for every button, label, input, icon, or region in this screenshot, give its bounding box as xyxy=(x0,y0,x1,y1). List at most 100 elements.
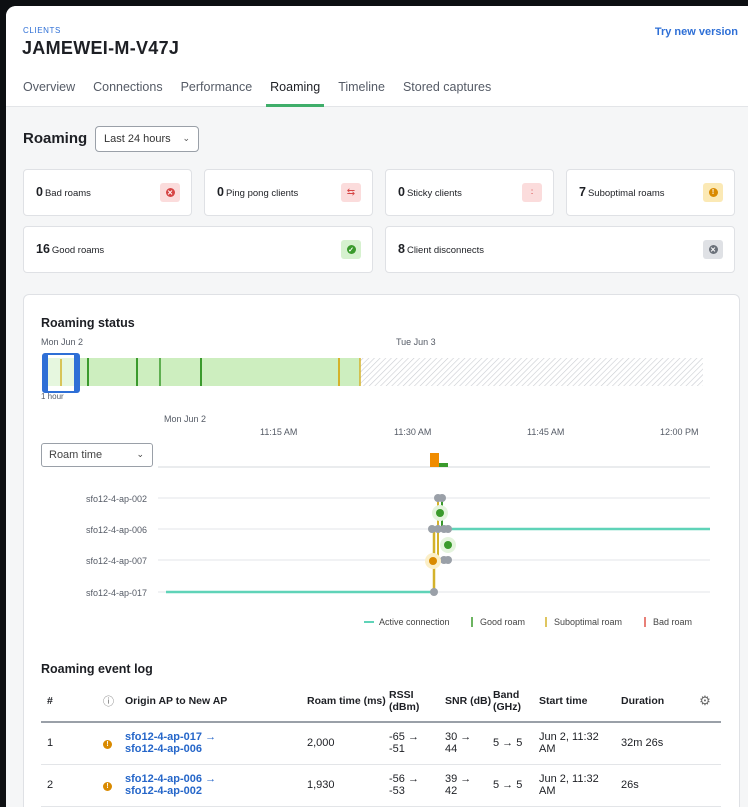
card-label: Good roams xyxy=(51,245,105,256)
ap-label: sfo12-4-ap-007 xyxy=(86,556,148,566)
tab-timeline[interactable]: Timeline xyxy=(338,80,385,107)
roam-point[interactable] xyxy=(430,588,438,596)
snr-from: 39 → xyxy=(445,773,472,785)
tab-roaming[interactable]: Roaming xyxy=(266,80,325,107)
col-rssi[interactable]: RSSI (dBm) xyxy=(389,681,445,723)
time-tick: 11:45 AM xyxy=(527,427,565,437)
sticky-clients-card[interactable]: 0 Sticky clients ∶ xyxy=(385,169,554,216)
warning-icon[interactable] xyxy=(429,557,437,565)
tab-overview[interactable]: Overview xyxy=(23,80,75,107)
time-range-value: Last 24 hours xyxy=(104,133,171,145)
info-icon[interactable]: ⓘ xyxy=(103,681,125,723)
good-roams-card[interactable]: 16 Good roams ✓ xyxy=(23,226,373,273)
row-num: 2 xyxy=(41,764,103,807)
roam-point[interactable] xyxy=(438,494,446,502)
tab-performance[interactable]: Performance xyxy=(181,80,253,107)
time-tick: 11:15 AM xyxy=(260,427,298,437)
brush-handle-left[interactable] xyxy=(43,354,48,392)
client-disconnects-card[interactable]: 8 Client disconnects ✕ xyxy=(385,226,735,273)
start-ampm: AM xyxy=(539,743,556,756)
new-ap-link[interactable]: sfo12-4-ap-006 xyxy=(125,743,307,755)
check-circle-icon: ✓ xyxy=(341,240,361,259)
start-date: Jun 2, 11:32 xyxy=(539,773,599,785)
new-ap-link[interactable]: sfo12-4-ap-002 xyxy=(125,785,307,797)
tab-bar: Overview Connections Performance Roaming… xyxy=(23,80,509,107)
row-start: Jun 2, 11:32 AM xyxy=(539,764,621,807)
table-row[interactable]: 2 ! sfo12-4-ap-006 → sfo12-4-ap-002 1,93… xyxy=(41,764,721,807)
row-num: 1 xyxy=(41,722,103,765)
ping-pong-icon: ⇆ xyxy=(341,183,361,202)
roaming-heading: Roaming xyxy=(23,130,88,147)
breadcrumb[interactable]: CLIENTS xyxy=(23,26,61,35)
chart-legend: Active connection Good roam Suboptimal r… xyxy=(364,617,692,627)
roaming-status-title: Roaming status xyxy=(41,316,135,330)
tab-stored-captures[interactable]: Stored captures xyxy=(403,80,491,107)
row-roam-time: 1,930 xyxy=(307,764,389,807)
suboptimal-roams-card[interactable]: 7 Suboptimal roams ! xyxy=(566,169,735,216)
roaming-event-table: # ⓘ Origin AP to New AP Roam time (ms) R… xyxy=(41,681,721,807)
ping-pong-card[interactable]: 0 Ping pong clients ⇆ xyxy=(204,169,373,216)
origin-ap-link[interactable]: sfo12-4-ap-006 → xyxy=(125,773,307,785)
card-count: 0 xyxy=(217,185,224,199)
event-log-title: Roaming event log xyxy=(41,662,153,676)
row-path: sfo12-4-ap-006 → sfo12-4-ap-002 xyxy=(125,764,307,807)
metric-select-value: Roam time xyxy=(49,449,103,461)
gear-icon[interactable]: ⚙ xyxy=(689,681,721,723)
row-duration: 32m 26s xyxy=(621,722,689,765)
row-roam-time: 2,000 xyxy=(307,722,389,765)
rssi-to: -53 xyxy=(389,785,405,797)
page-title: JAMEWEI-M-V47J xyxy=(22,38,180,58)
bad-roams-card[interactable]: 0 Bad roams ✕ xyxy=(23,169,192,216)
legend-label: Suboptimal roam xyxy=(554,617,622,627)
metric-select[interactable]: Roam time ⌄ xyxy=(41,443,153,467)
roaming-detail-chart[interactable] xyxy=(158,439,710,601)
col-band[interactable]: Band (GHz) xyxy=(493,681,539,723)
start-ampm: AM xyxy=(539,785,556,797)
snr-to: 42 xyxy=(445,785,458,797)
snr-from: 30 → xyxy=(445,731,472,744)
roaming-status-panel: Roaming status Mon Jun 2 Tue Jun 3 1 hou… xyxy=(23,294,740,807)
col-duration[interactable]: Duration xyxy=(621,681,689,723)
card-count: 0 xyxy=(36,185,43,199)
card-count: 7 xyxy=(579,185,586,199)
row-rssi: -65 → -51 xyxy=(389,722,445,765)
row-snr: 39 → 42 xyxy=(445,764,493,807)
rssi-to: -51 xyxy=(389,743,405,756)
brush-handle-right[interactable] xyxy=(74,354,79,392)
col-snr[interactable]: SNR (dB) xyxy=(445,681,493,723)
rssi-from: -65 → xyxy=(389,731,419,744)
row-path: sfo12-4-ap-017 → sfo12-4-ap-006 xyxy=(125,722,307,765)
legend-label: Bad roam xyxy=(653,617,692,627)
card-label: Client disconnects xyxy=(406,245,485,256)
card-label: Sticky clients xyxy=(406,188,462,199)
col-roam-time[interactable]: Roam time (ms) xyxy=(307,681,389,723)
card-label: Bad roams xyxy=(44,188,91,199)
ap-label: sfo12-4-ap-002 xyxy=(86,494,148,504)
tab-connections[interactable]: Connections xyxy=(93,80,163,107)
roam-point[interactable] xyxy=(444,556,452,564)
good-roam-icon[interactable] xyxy=(436,509,444,517)
card-label: Ping pong clients xyxy=(225,188,299,199)
row-rssi: -56 → -53 xyxy=(389,764,445,807)
col-num[interactable]: # xyxy=(41,681,103,723)
row-band: 5 → 5 xyxy=(493,764,539,807)
warning-icon: ! xyxy=(103,740,112,750)
col-path[interactable]: Origin AP to New AP xyxy=(125,681,307,723)
ap-label: sfo12-4-ap-017 xyxy=(86,588,148,598)
roam-point[interactable] xyxy=(444,525,452,533)
origin-ap-link[interactable]: sfo12-4-ap-017 → xyxy=(125,731,307,743)
col-start-time[interactable]: Start time xyxy=(539,681,621,723)
try-new-version-link[interactable]: Try new version xyxy=(655,26,738,38)
page-header: CLIENTS JAMEWEI-M-V47J Try new version O… xyxy=(6,6,748,107)
snr-to: 44 xyxy=(445,743,458,756)
legend-label: Active connection xyxy=(379,617,450,627)
warning-icon: ! xyxy=(703,183,723,202)
card-label: Suboptimal roams xyxy=(587,188,665,199)
good-roam-icon[interactable] xyxy=(444,541,452,549)
time-range-select[interactable]: Last 24 hours ⌄ xyxy=(95,126,199,152)
start-date: Jun 2, 11:32 xyxy=(539,731,599,744)
row-start: Jun 2, 11:32 AM xyxy=(539,722,621,765)
overview-timeline[interactable] xyxy=(35,352,715,396)
table-row[interactable]: 1 ! sfo12-4-ap-017 → sfo12-4-ap-006 2,00… xyxy=(41,722,721,765)
roam-time-bar xyxy=(439,463,448,467)
